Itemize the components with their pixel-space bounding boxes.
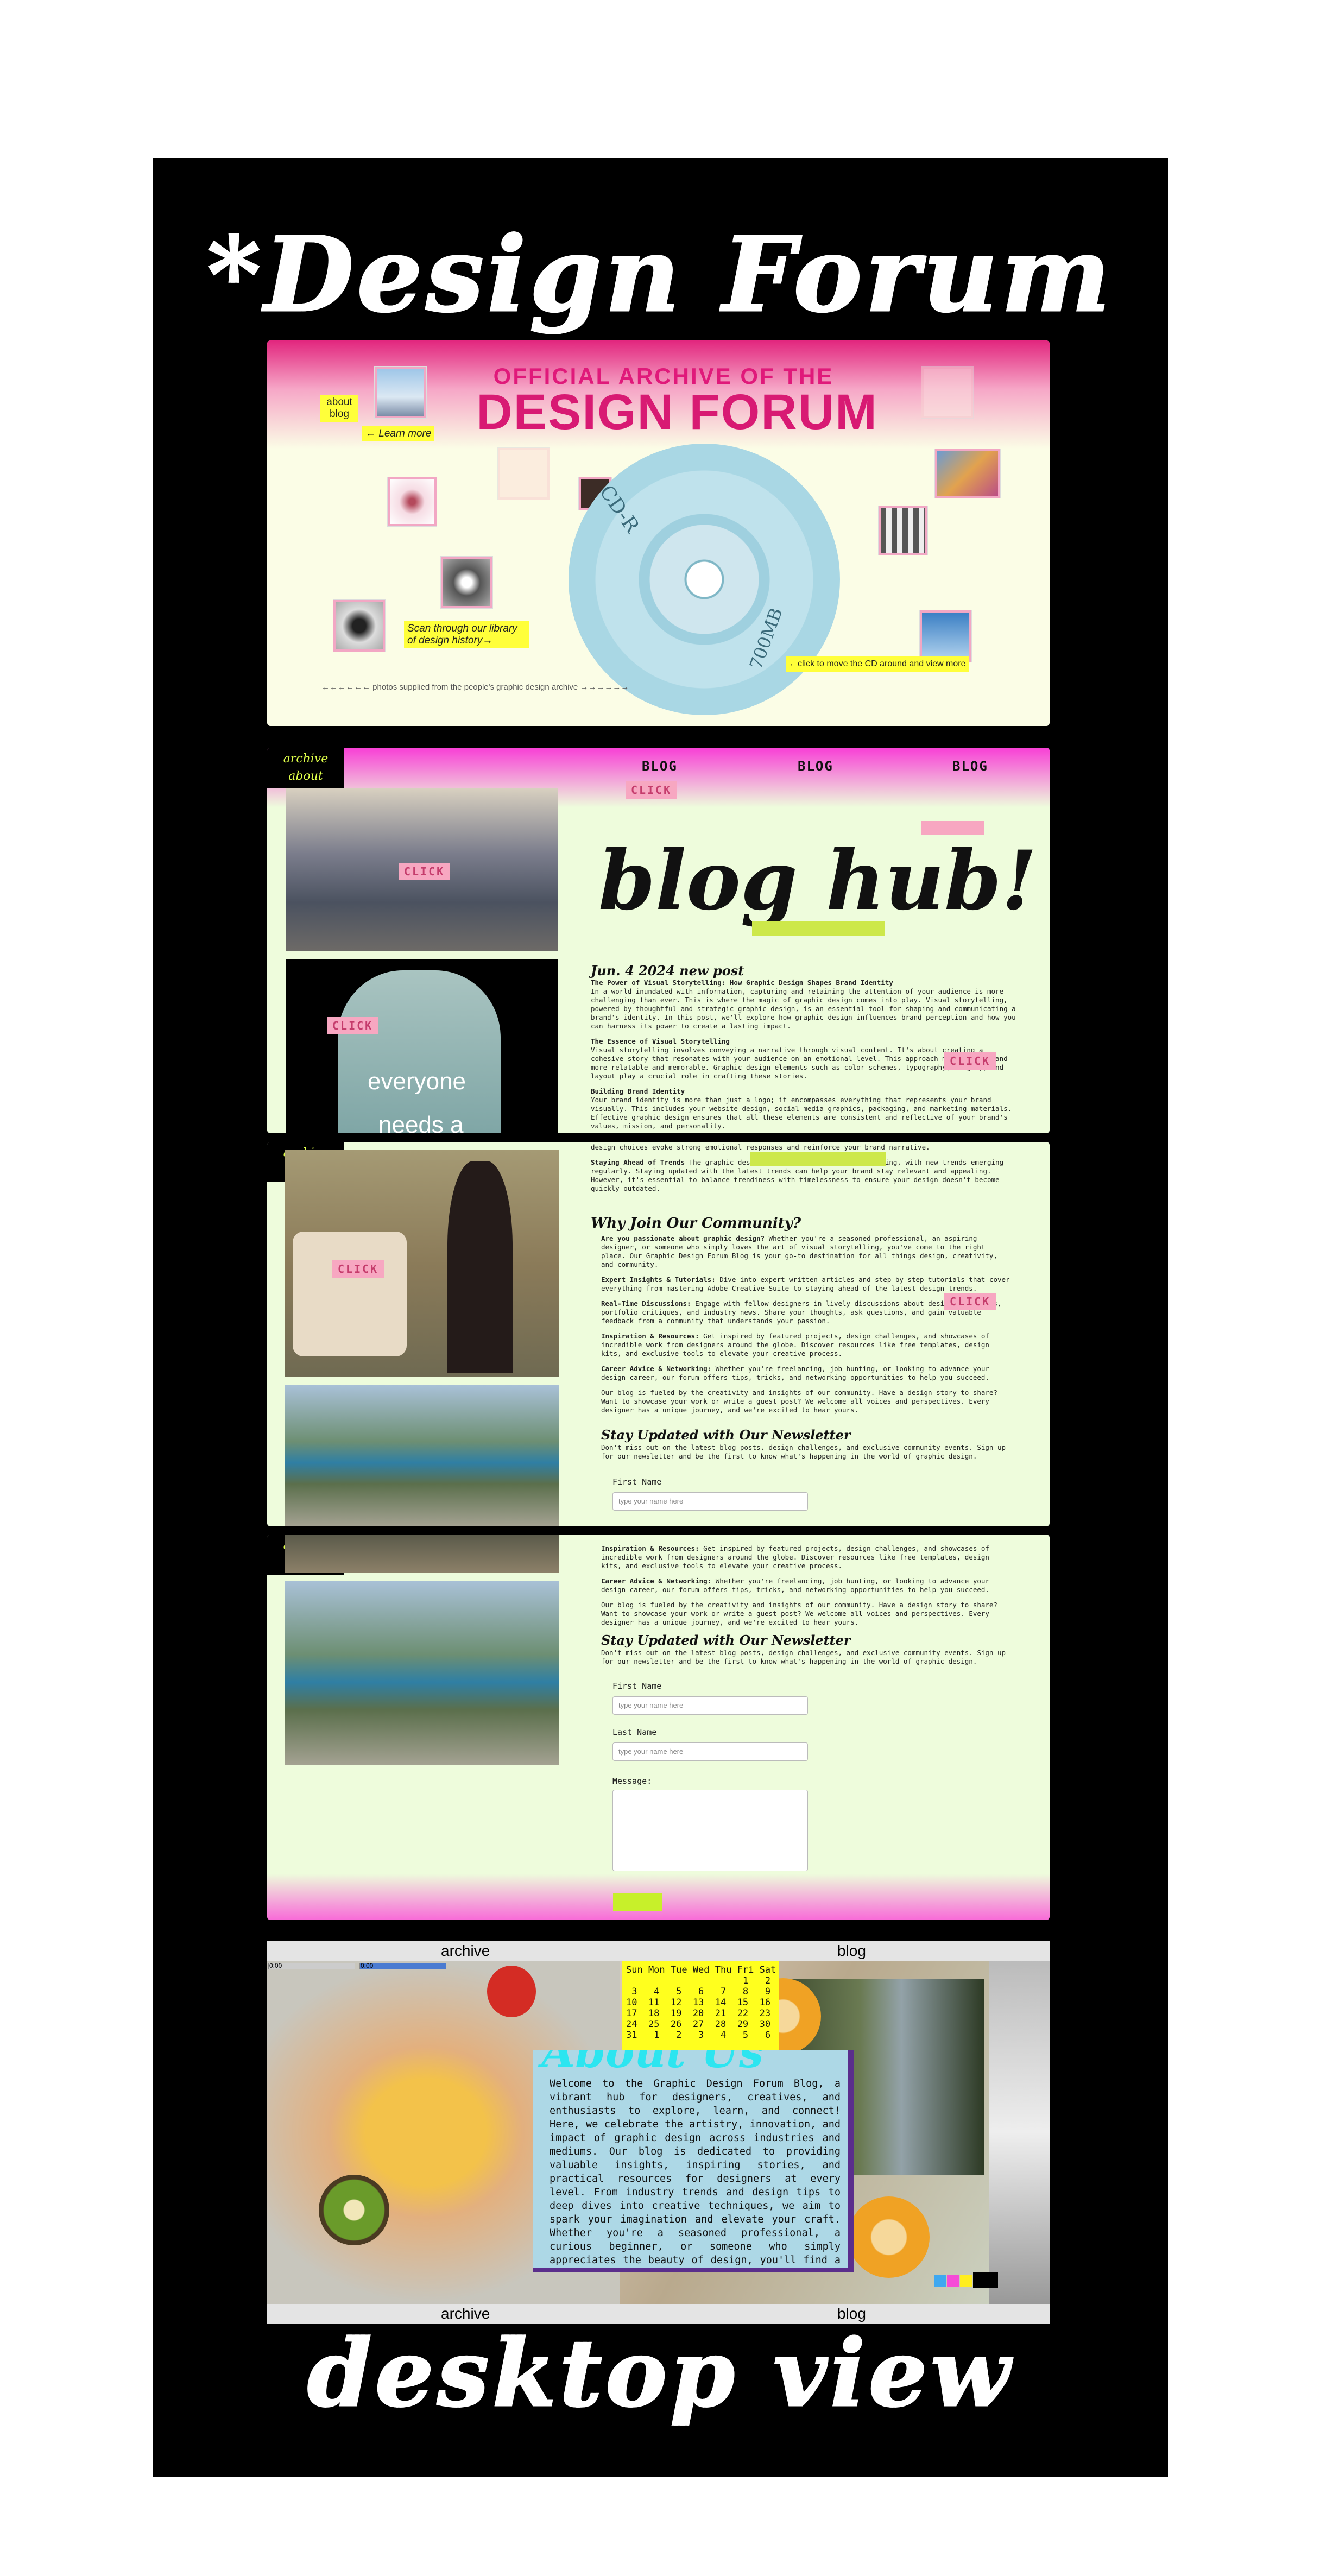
nav-blog-3[interactable]: BLOG xyxy=(952,759,988,774)
blog-hub-title: blog hub! xyxy=(598,833,1037,929)
kiwi xyxy=(319,2175,389,2245)
blog-window-title[interactable]: blog xyxy=(837,1942,866,1960)
first-name-label: First Name xyxy=(612,1477,662,1487)
last-name-input[interactable]: type your name here xyxy=(612,1742,808,1761)
photo-credit: ←←←←←← photos supplied from the people's… xyxy=(321,683,629,692)
about-us-heading: About Us xyxy=(541,2050,764,2078)
scan-library-text: Scan through our library of design histo… xyxy=(404,621,529,648)
thumb-grid[interactable] xyxy=(879,506,927,555)
about-link[interactable]: about xyxy=(267,768,344,785)
welcome-text: Welcome to the Graphic Design Forum Blog… xyxy=(550,2078,841,2266)
community-list-2: Inspiration & Resources: Get inspired by… xyxy=(601,1544,1014,1633)
right-edge-image xyxy=(989,1961,1050,2304)
design-choices: design choices evoke strong emotional re… xyxy=(591,1143,930,1151)
swatch-yellow xyxy=(960,2275,972,2287)
archive-window-title[interactable]: archive xyxy=(441,1942,490,1960)
page-frame: *Design Forum OFFICIAL ARCHIVE OF THE DE… xyxy=(153,158,1168,2477)
photo-lake xyxy=(285,1385,559,1526)
item-title: Career Advice & Networking: xyxy=(601,1577,712,1585)
click-button-3[interactable]: CLICK xyxy=(626,781,678,799)
newsletter-panel: archiveabout Inspiration & Resources: Ge… xyxy=(267,1535,1050,1920)
top-window-bar: archive blog xyxy=(267,1941,1050,1961)
photo-lake-2 xyxy=(285,1581,559,1765)
item-title: Real-Time Discussions: xyxy=(601,1299,691,1308)
message-textarea[interactable] xyxy=(612,1790,808,1871)
post-date: Jun. 4 2024 new post xyxy=(591,963,744,978)
highlight-2 xyxy=(752,921,885,936)
item-title: Career Advice & Networking: xyxy=(601,1365,712,1373)
thumb-blue[interactable] xyxy=(920,610,971,662)
nav-blog-2[interactable]: BLOG xyxy=(798,759,833,774)
click-button-4[interactable]: CLICK xyxy=(944,1052,996,1070)
message-label: Message: xyxy=(612,1776,652,1786)
community-panel: archiveabout CLICK design choices evoke … xyxy=(267,1142,1050,1526)
first-name-input[interactable]: type your name here xyxy=(612,1696,808,1715)
shirt-text: everyone xyxy=(368,1068,466,1095)
side-tag: archiveabout xyxy=(267,748,344,788)
newsletter-heading: Stay Updated with Our Newsletter xyxy=(601,1632,851,1648)
thumb-mask[interactable] xyxy=(333,600,385,652)
first-name-input[interactable]: type your name here xyxy=(612,1492,808,1511)
community-list: Are you passionate about graphic design?… xyxy=(601,1234,1014,1421)
hero-title: DESIGN FORUM xyxy=(476,384,878,440)
strawberry xyxy=(487,1966,536,2017)
cd-hint: ←click to move the CD around and view mo… xyxy=(786,656,969,672)
first-name-label: First Name xyxy=(612,1681,662,1691)
newsletter-text: Don't miss out on the latest blog posts,… xyxy=(601,1649,1006,1665)
item-title: Are you passionate about graphic design? xyxy=(601,1234,765,1242)
desktop-panel: archive blog 0:00 0:00 Sun Mon Tue Wed T… xyxy=(267,1941,1050,2324)
thumb-faded[interactable] xyxy=(498,448,550,500)
thumb-top-right[interactable] xyxy=(921,367,973,418)
essence-heading: The Essence of Visual Storytelling xyxy=(591,1037,730,1045)
post-intro: In a world inundated with information, c… xyxy=(591,987,1016,1030)
newsletter-text: Don't miss out on the latest blog posts,… xyxy=(601,1443,1006,1460)
photo-tank-top: everyone needs a xyxy=(286,959,558,1133)
thumb-colorful[interactable] xyxy=(935,449,1000,498)
page-title: *Design Forum xyxy=(153,212,1168,337)
photo-lake-top xyxy=(285,1535,559,1573)
community-fuel: Our blog is fueled by the creativity and… xyxy=(601,1601,997,1626)
nav-blog-1[interactable]: BLOG xyxy=(642,759,678,774)
community-body: design choices evoke strong emotional re… xyxy=(591,1142,1025,1199)
thumb-skeleton[interactable] xyxy=(441,557,492,608)
swatch-pink xyxy=(947,2275,959,2287)
time-right: 0:00 xyxy=(361,1962,374,1969)
time-left: 0:00 xyxy=(269,1962,282,1969)
click-button-2[interactable]: CLICK xyxy=(327,1017,379,1034)
archive-link[interactable]: archive xyxy=(267,750,344,768)
item-title: Expert Insights & Tutorials: xyxy=(601,1276,716,1284)
submit-button[interactable] xyxy=(613,1893,662,1911)
about-us-window[interactable]: About Us Welcome to the Graphic Design F… xyxy=(533,2050,854,2272)
post-heading: The Power of Visual Storytelling: How Gr… xyxy=(591,978,893,987)
photo-gallery xyxy=(285,1150,559,1377)
item-title: Inspiration & Resources: xyxy=(601,1332,699,1340)
last-name-label: Last Name xyxy=(612,1727,657,1737)
swatch-black xyxy=(973,2272,998,2288)
desktop-view-title: desktop view xyxy=(153,2319,1168,2429)
click-button-5[interactable]: CLICK xyxy=(332,1260,384,1278)
community-fuel: Our blog is fueled by the creativity and… xyxy=(601,1388,997,1414)
highlight-3 xyxy=(750,1152,886,1166)
community-heading: Why Join Our Community? xyxy=(591,1215,801,1232)
thumb-stamp[interactable] xyxy=(388,477,437,526)
orange-slice-2 xyxy=(848,2196,930,2278)
newsletter-heading: Stay Updated with Our Newsletter xyxy=(601,1427,851,1443)
identity-heading: Building Brand Identity xyxy=(591,1087,685,1095)
identity-text: Your brand identity is more than just a … xyxy=(591,1096,1012,1130)
click-button-6[interactable]: CLICK xyxy=(944,1293,996,1310)
item-title: Inspiration & Resources: xyxy=(601,1544,699,1552)
blog-panel: archive about CLICK everyone needs a CLIC… xyxy=(267,748,1050,1133)
about-blog-link[interactable]: about blog xyxy=(320,395,358,422)
trends-heading: Staying Ahead of Trends xyxy=(591,1158,685,1166)
click-button[interactable]: CLICK xyxy=(399,863,451,880)
thumb-sky[interactable] xyxy=(375,367,426,418)
swatch-blue xyxy=(934,2275,946,2287)
learn-more-link[interactable]: ← Learn more xyxy=(362,426,435,441)
shirt-text-2: needs a xyxy=(378,1112,464,1133)
hero-panel: OFFICIAL ARCHIVE OF THE DESIGN FORUM abo… xyxy=(267,340,1050,726)
